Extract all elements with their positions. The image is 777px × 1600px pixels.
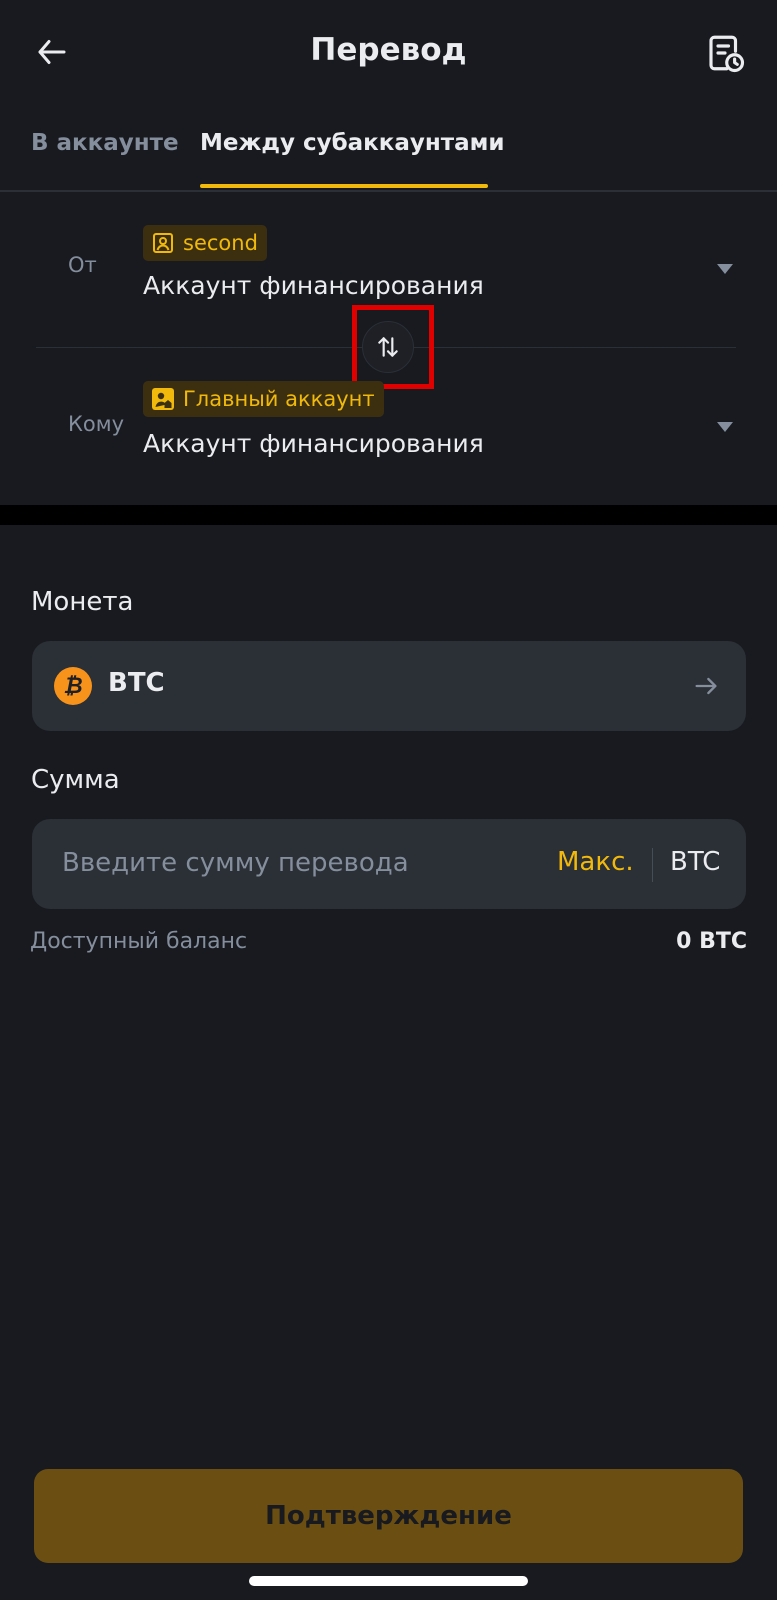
transfer-history-button[interactable] (700, 28, 750, 78)
amount-section-title: Сумма (31, 765, 120, 795)
available-balance-value: 0 BTC (676, 929, 747, 954)
from-badge-text: second (183, 231, 258, 255)
tab-between-subaccounts[interactable]: Между субаккаунтами (200, 130, 505, 156)
main-account-icon (152, 388, 174, 410)
confirm-button[interactable]: Подтверждение (34, 1469, 743, 1563)
history-document-icon (709, 35, 745, 73)
swap-accounts-button[interactable] (362, 321, 414, 373)
to-label: Кому (68, 412, 125, 436)
to-badge-text: Главный аккаунт (183, 387, 375, 411)
to-account-badge: Главный аккаунт (143, 381, 384, 417)
coin-section-title: Монета (31, 587, 134, 617)
page-title: Перевод (310, 32, 467, 68)
user-icon (152, 232, 174, 254)
transfer-type-tabs: В аккаунте Между субаккаунтами (0, 118, 777, 192)
arrow-right-icon (692, 672, 720, 700)
to-account-select[interactable]: Аккаунт финансирования (143, 429, 484, 458)
max-button[interactable]: Макс. (557, 847, 634, 877)
to-dropdown-icon[interactable] (717, 422, 733, 432)
from-account-badge: second (143, 225, 267, 261)
from-dropdown-icon[interactable] (717, 264, 733, 274)
swap-arrows-icon (378, 337, 398, 357)
amount-unit: BTC (670, 847, 721, 877)
available-balance-label: Доступный баланс (30, 929, 248, 954)
bitcoin-icon: ₿ (54, 667, 92, 705)
header: Перевод (0, 0, 777, 108)
home-indicator (249, 1576, 528, 1586)
input-divider (652, 848, 653, 882)
amount-input[interactable] (62, 841, 532, 885)
active-tab-indicator (200, 184, 488, 188)
amount-field: Макс. BTC (32, 819, 746, 909)
from-account-select[interactable]: Аккаунт финансирования (143, 271, 484, 300)
section-separator (0, 505, 777, 525)
coin-name: BTC (108, 668, 165, 698)
coin-selector[interactable]: ₿ BTC (32, 641, 746, 731)
tab-in-account[interactable]: В аккаунте (31, 130, 179, 156)
from-label: От (68, 253, 97, 277)
